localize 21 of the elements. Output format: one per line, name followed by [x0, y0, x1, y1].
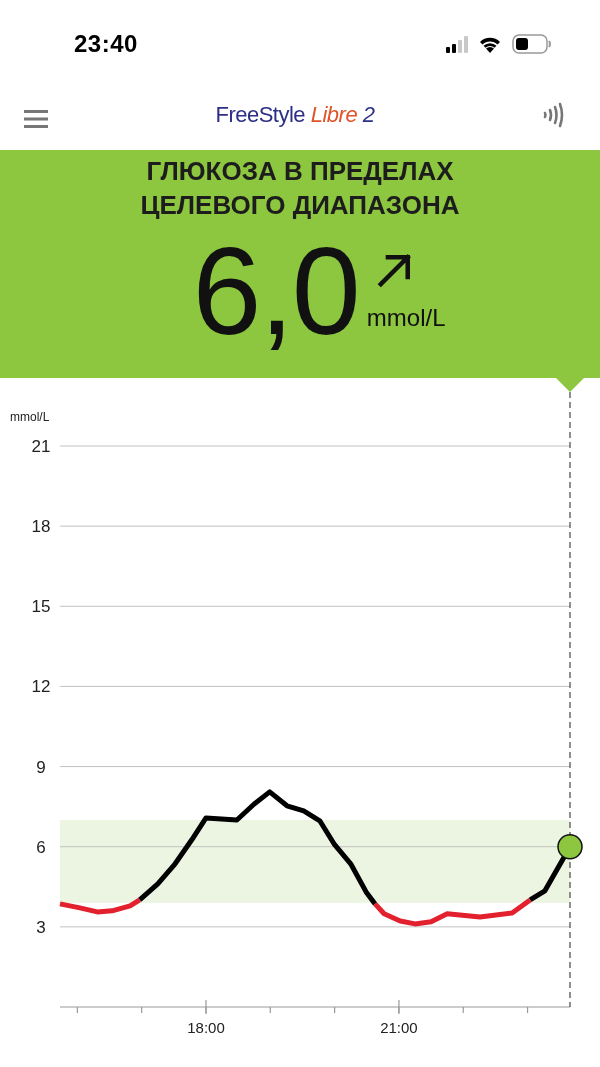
axis-label: 18 [31, 517, 51, 537]
menu-icon[interactable] [24, 109, 48, 129]
axis-title: mmol/L [10, 410, 50, 424]
axis-label: 21:00 [380, 1019, 418, 1036]
glucose-value: 6,0 [192, 226, 359, 356]
axis-label: 12 [31, 677, 51, 697]
wifi-icon [478, 35, 502, 53]
current-reading-dot [557, 833, 583, 860]
axis-label: 21 [31, 437, 51, 456]
axis-label: 3 [36, 917, 46, 937]
battery-icon [512, 34, 552, 54]
range-status-text: ЦЕЛЕВОГО ДИАПАЗОНА [140, 189, 460, 222]
axis-label: 9 [36, 757, 46, 777]
range-status-text: ГЛЮКОЗА В ПРЕДЕЛАХ [146, 155, 454, 188]
status-time: 23:40 [74, 30, 138, 58]
axis-label: 15 [31, 597, 51, 617]
unit-label: mmol/L [366, 304, 446, 332]
axis-label: 18:00 [187, 1019, 225, 1036]
axis-label: 6 [36, 837, 46, 857]
signal-icon [446, 35, 468, 53]
app-logo: FreeStyle Libre 2 [215, 102, 375, 128]
